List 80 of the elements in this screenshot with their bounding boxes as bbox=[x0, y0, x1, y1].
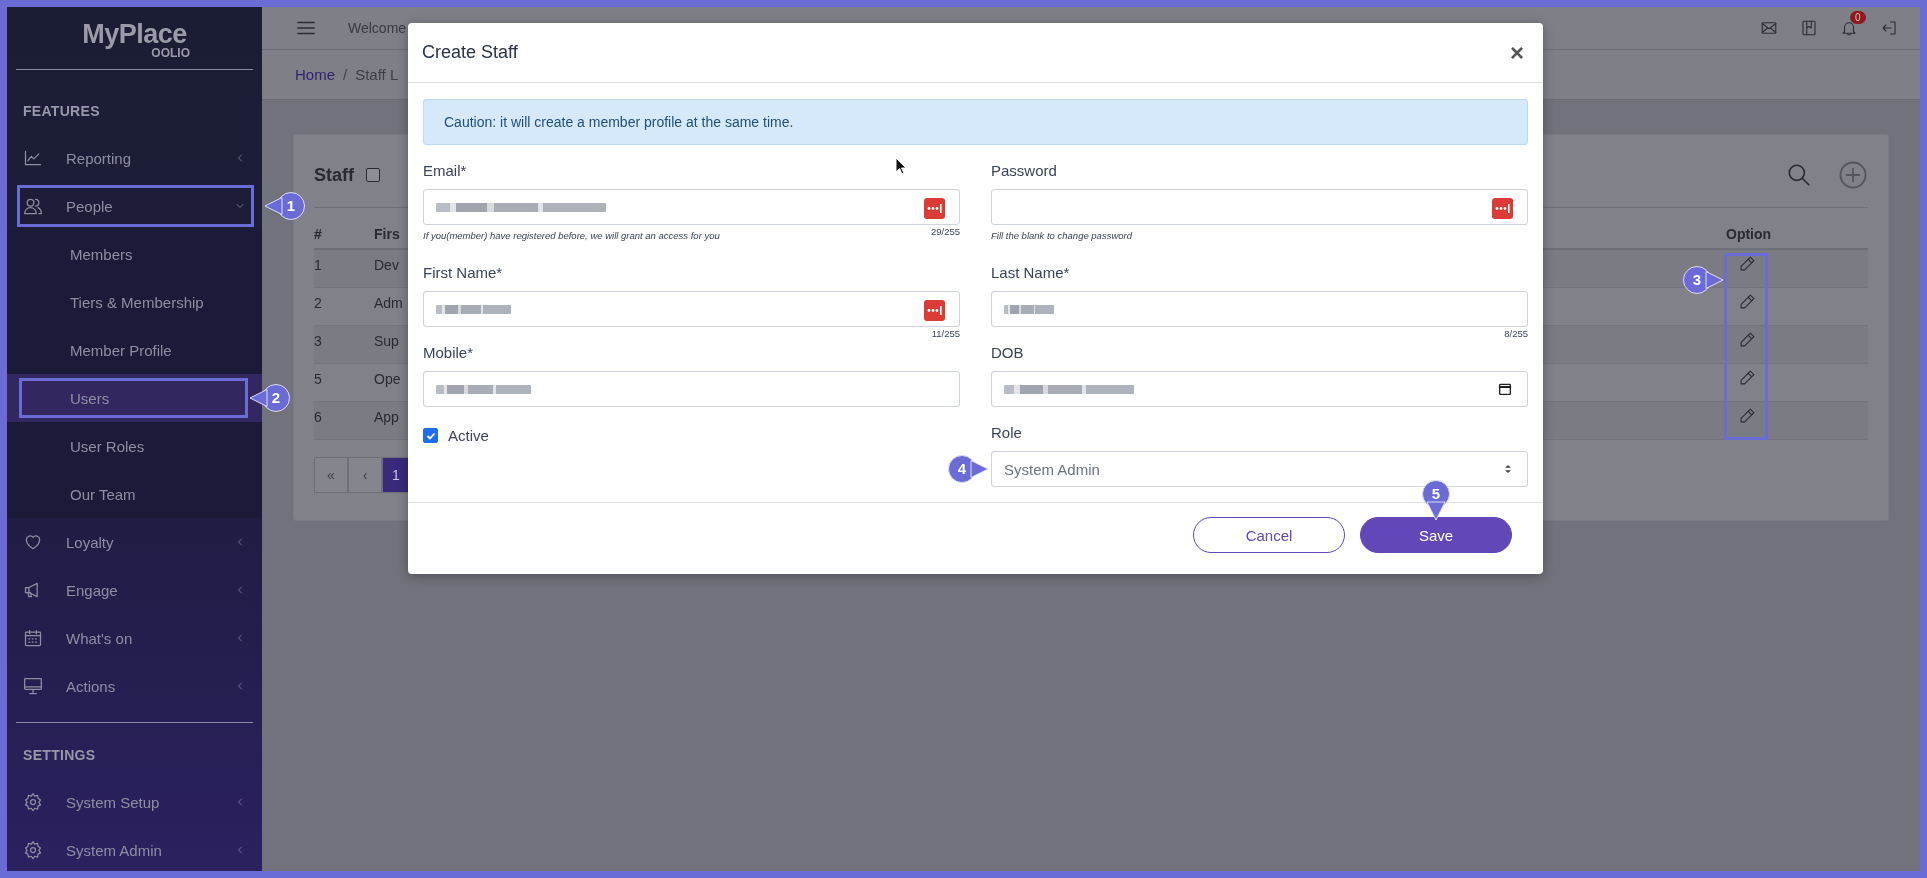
input-field[interactable] bbox=[991, 189, 1528, 225]
sidebar-item[interactable]: Actions bbox=[7, 662, 262, 710]
mouse-cursor-icon bbox=[895, 157, 907, 175]
character-counter: 8/255 bbox=[1504, 328, 1528, 339]
mail-icon[interactable] bbox=[1760, 19, 1778, 37]
search-icon[interactable] bbox=[1786, 162, 1812, 188]
input-field[interactable] bbox=[423, 291, 960, 327]
field-label: First Name* bbox=[423, 263, 503, 283]
input-field[interactable] bbox=[423, 371, 960, 407]
bell-icon[interactable] bbox=[1840, 19, 1858, 37]
page-button[interactable]: ‹ bbox=[348, 457, 382, 493]
help-text: Fill the blank to change password bbox=[991, 230, 1132, 241]
breadcrumb-link[interactable]: Home bbox=[295, 66, 335, 83]
table-cell: 6 bbox=[314, 402, 374, 440]
field-label: Last Name* bbox=[991, 263, 1070, 283]
role-select[interactable]: System Admin bbox=[991, 451, 1528, 487]
modal-title: Create Staff bbox=[422, 42, 518, 63]
section-heading: SETTINGS bbox=[22, 746, 97, 765]
field-label: DOB bbox=[991, 343, 1024, 363]
password-dots-icon[interactable] bbox=[924, 198, 945, 219]
breadcrumb-separator: / bbox=[343, 66, 348, 83]
page-button[interactable]: « bbox=[314, 457, 348, 493]
calendar-icon[interactable] bbox=[1497, 381, 1513, 397]
checkmark-icon bbox=[425, 430, 436, 441]
sidebar-subitem[interactable]: Members bbox=[7, 230, 262, 278]
active-checkbox[interactable] bbox=[423, 428, 438, 443]
logo-subtitle: OOLIO bbox=[151, 47, 190, 59]
sidebar-subitem[interactable]: Member Profile bbox=[7, 326, 262, 374]
sidebar-item[interactable]: People bbox=[7, 182, 262, 230]
sidebar-item[interactable]: Loyalty bbox=[7, 518, 262, 566]
sidebar-subitem[interactable]: User Roles bbox=[7, 422, 262, 470]
pencil-icon[interactable] bbox=[1739, 407, 1756, 424]
logout-icon[interactable] bbox=[1880, 19, 1898, 37]
sidebar-item[interactable]: System Admin bbox=[7, 826, 262, 871]
field-label: Role bbox=[991, 423, 1022, 443]
sidebar-item[interactable]: Reporting bbox=[7, 134, 262, 182]
people-icon bbox=[23, 196, 43, 216]
sidebar-subitem[interactable]: Tiers & Membership bbox=[7, 278, 262, 326]
help-text: If you(member) have registered before, we will grant an access for you bbox=[423, 230, 720, 241]
pencil-icon[interactable] bbox=[1739, 331, 1756, 348]
gear-icon bbox=[23, 840, 43, 860]
cancel-button[interactable]: Cancel bbox=[1193, 517, 1345, 553]
password-dots-icon[interactable] bbox=[1492, 198, 1513, 219]
input-field[interactable] bbox=[423, 189, 960, 225]
field-label: Password bbox=[991, 161, 1057, 181]
table-cell: 3 bbox=[314, 326, 374, 364]
date-field[interactable] bbox=[991, 371, 1528, 407]
save-button[interactable]: Save bbox=[1360, 517, 1512, 553]
pencil-icon[interactable] bbox=[1739, 255, 1756, 272]
page-button[interactable]: 1 bbox=[382, 457, 410, 493]
character-counter: 11/255 bbox=[931, 328, 960, 339]
blurred-value bbox=[1004, 304, 1054, 314]
select-all-checkbox[interactable] bbox=[366, 168, 380, 182]
field-label: Mobile* bbox=[423, 343, 474, 363]
sidebar-item[interactable]: Engage bbox=[7, 566, 262, 614]
breadcrumb-current: Staff L bbox=[355, 66, 399, 83]
close-button[interactable]: × bbox=[1506, 38, 1528, 67]
sidebar-item[interactable]: System Setup bbox=[7, 778, 262, 826]
logo-title: MyPlace bbox=[82, 21, 187, 47]
input-field[interactable] bbox=[991, 291, 1528, 327]
gear-icon bbox=[23, 792, 43, 812]
notification-badge: 0 bbox=[1850, 11, 1866, 24]
sidebar-subitem[interactable]: Our Team bbox=[7, 470, 262, 518]
table-cell: 1 bbox=[314, 250, 374, 288]
monitor-icon bbox=[23, 676, 43, 696]
sidebar-item[interactable]: What's on bbox=[7, 614, 262, 662]
chart-icon bbox=[23, 148, 43, 168]
calendar-icon bbox=[23, 628, 43, 648]
pencil-icon[interactable] bbox=[1739, 293, 1756, 310]
welcome-text: Welcome bbox=[348, 20, 407, 36]
password-dots-icon[interactable] bbox=[924, 300, 945, 321]
section-heading: FEATURES bbox=[22, 102, 101, 121]
pencil-icon[interactable] bbox=[1739, 369, 1756, 386]
plus-circle-icon[interactable] bbox=[1838, 160, 1868, 190]
caution-notice: Caution: it will create a member profile at the same time. bbox=[423, 99, 1528, 145]
character-counter: 29/255 bbox=[930, 226, 960, 237]
heart-icon bbox=[23, 532, 43, 552]
field-label: Email* bbox=[423, 161, 467, 181]
card-title: Staff bbox=[314, 164, 354, 186]
book-icon[interactable] bbox=[1800, 19, 1818, 37]
